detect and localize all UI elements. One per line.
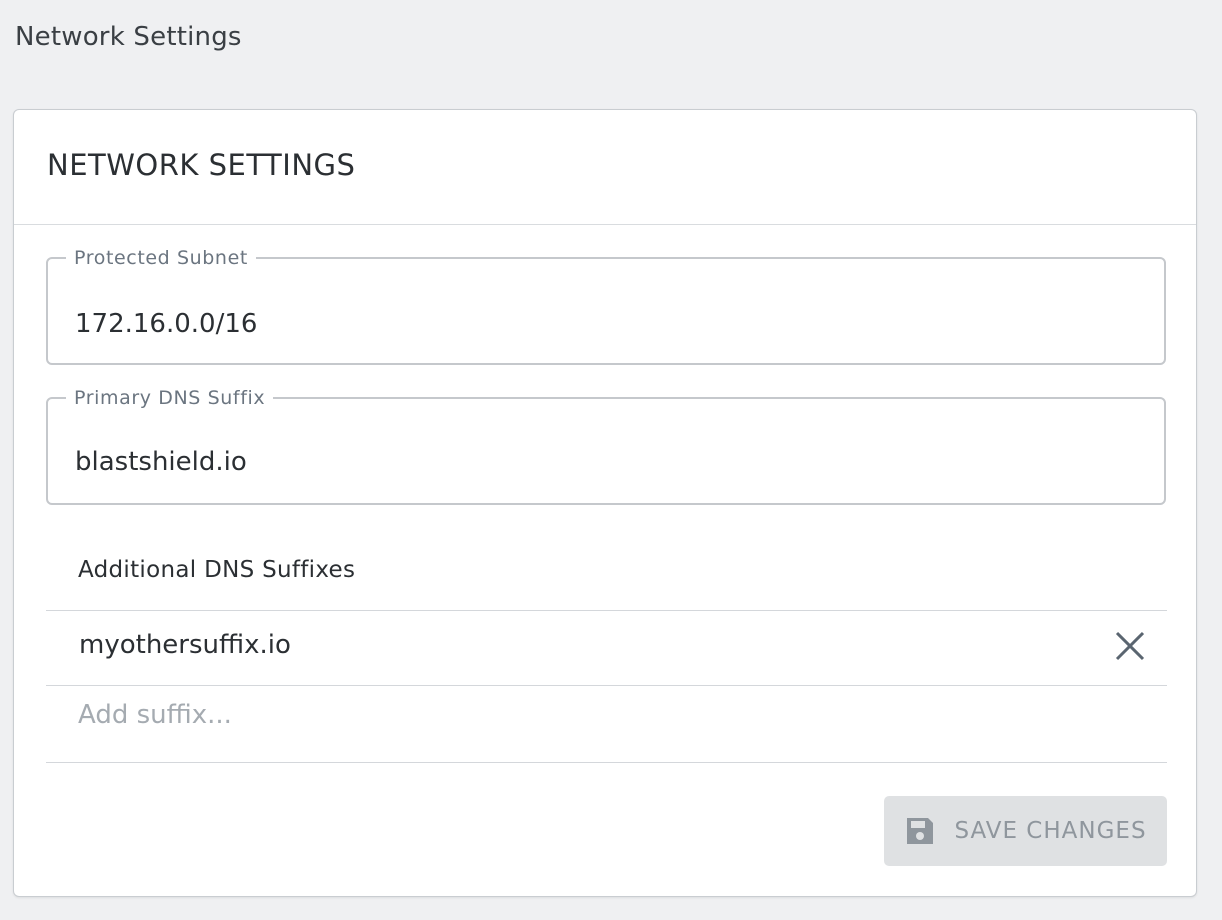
protected-subnet-input[interactable] (75, 309, 1075, 339)
primary-dns-suffix-label: Primary DNS Suffix (74, 387, 266, 409)
floppy-disk-icon (907, 818, 934, 844)
card-title: NETWORK SETTINGS (47, 148, 356, 182)
divider (46, 685, 1167, 686)
primary-dns-suffix-field: Primary DNS Suffix (46, 387, 1166, 505)
suffix-value: myothersuffix.io (79, 630, 291, 660)
protected-subnet-field: Protected Subnet (46, 247, 1166, 365)
additional-dns-suffixes-heading: Additional DNS Suffixes (78, 557, 356, 583)
add-suffix-input[interactable] (78, 700, 1078, 730)
page-title: Network Settings (15, 22, 242, 52)
save-changes-label: SAVE CHANGES (954, 818, 1147, 844)
divider (46, 762, 1167, 763)
remove-suffix-button[interactable] (1113, 629, 1147, 663)
list-item: myothersuffix.io (46, 611, 1167, 685)
protected-subnet-label: Protected Subnet (74, 247, 248, 269)
network-settings-card: NETWORK SETTINGS Protected Subnet Primar… (13, 109, 1197, 897)
close-icon (1115, 631, 1145, 661)
primary-dns-suffix-input[interactable] (75, 447, 1075, 477)
save-changes-button[interactable]: SAVE CHANGES (884, 796, 1167, 866)
card-header: NETWORK SETTINGS (14, 110, 1196, 225)
